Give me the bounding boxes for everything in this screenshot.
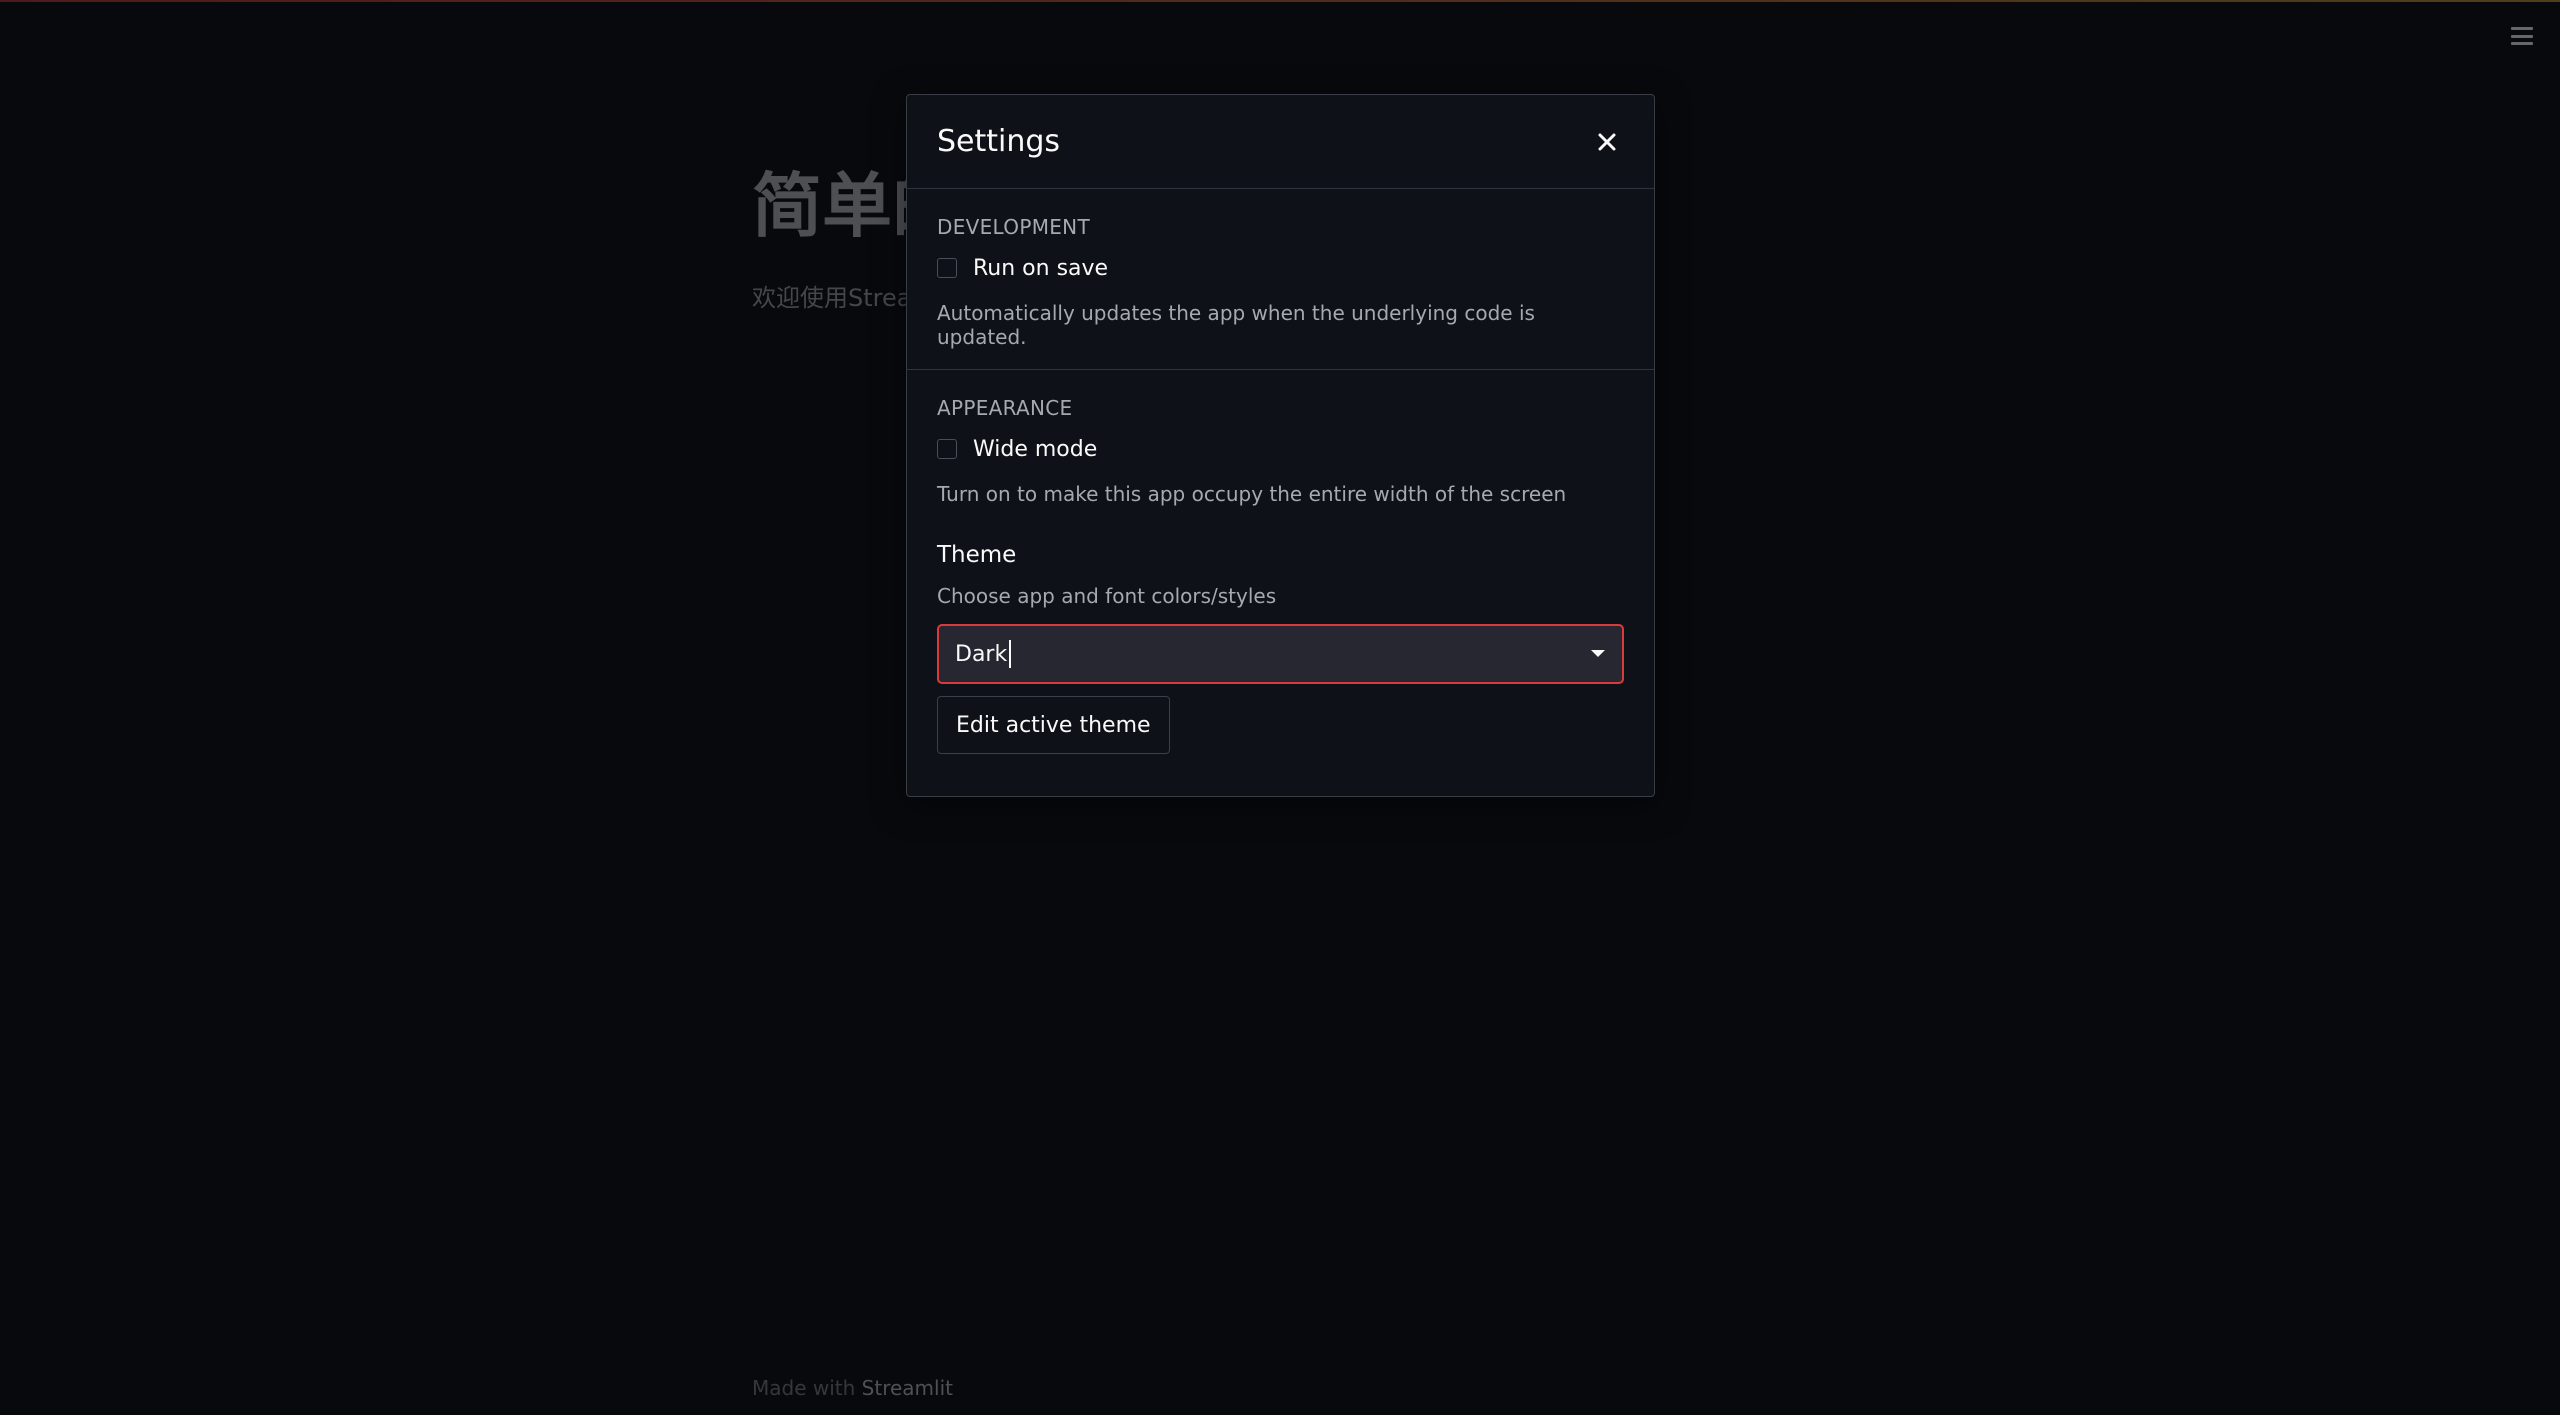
run-on-save-label: Run on save (973, 255, 1109, 281)
development-section-label: DEVELOPMENT (937, 215, 1090, 239)
settings-dialog-title: Settings (937, 124, 1061, 159)
settings-dialog: Settings DEVELOPMENT Run on save Automat… (906, 94, 1655, 797)
wide-mode-label: Wide mode (973, 436, 1098, 462)
settings-dialog-header: Settings (907, 95, 1654, 189)
development-section: DEVELOPMENT Run on save Automatically up… (907, 189, 1654, 370)
run-on-save-checkbox[interactable] (937, 258, 957, 278)
wide-mode-toggle[interactable]: Wide mode (937, 434, 1624, 464)
close-button[interactable] (1590, 125, 1624, 159)
run-on-save-help: Automatically updates the app when the u… (937, 301, 1535, 349)
appearance-section: APPEARANCE Wide mode Turn on to make thi… (907, 370, 1654, 754)
theme-select-value: Dark (955, 641, 1008, 667)
wide-mode-help: Turn on to make this app occupy the enti… (937, 482, 1567, 506)
wide-mode-checkbox[interactable] (937, 439, 957, 459)
theme-help: Choose app and font colors/styles (937, 584, 1277, 608)
caret-down-icon[interactable] (1590, 649, 1606, 659)
theme-select[interactable]: Dark (937, 624, 1624, 684)
app-page: 简单的 欢迎使用Strear Made with Streamlit Setti… (0, 0, 2560, 1415)
theme-heading: Theme (937, 542, 1017, 568)
close-icon (1598, 133, 1616, 150)
theme-select-value-wrap: Dark (955, 640, 1012, 668)
text-cursor (1009, 640, 1012, 668)
edit-active-theme-button[interactable]: Edit active theme (937, 696, 1170, 754)
appearance-section-label: APPEARANCE (937, 396, 1073, 420)
run-on-save-toggle[interactable]: Run on save (937, 253, 1624, 283)
